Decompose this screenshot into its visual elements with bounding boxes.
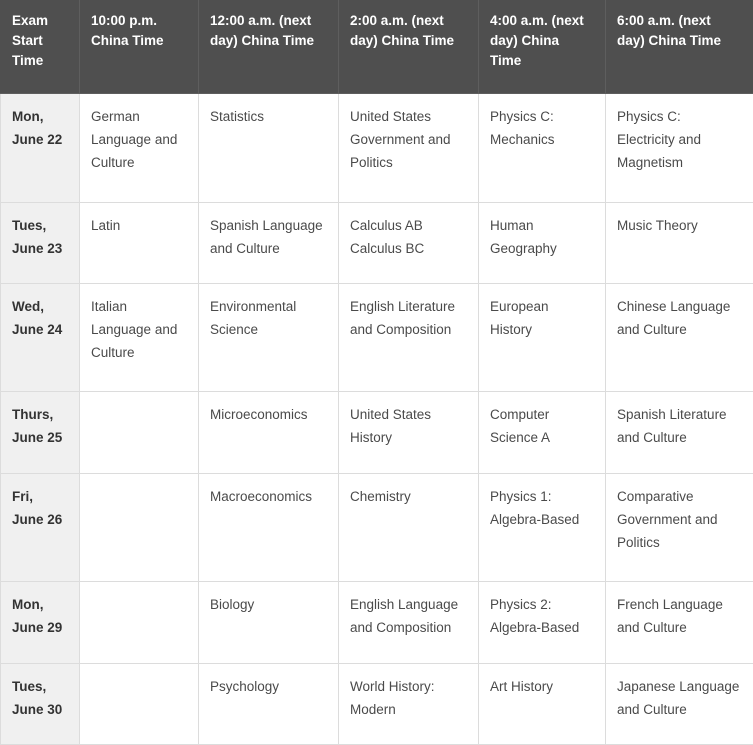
table-row: Tues, June 23 Latin Spanish Language and… bbox=[0, 201, 753, 284]
table-body: Mon, June 22 German Language and Culture… bbox=[0, 93, 753, 745]
exam-cell: Japanese Language and Culture bbox=[605, 662, 753, 745]
exam-date-label: Fri, June 26 bbox=[0, 472, 80, 583]
column-header-12am: 12:00 a.m. (next day) China Time bbox=[198, 0, 339, 94]
table-header: Exam Start Time 10:00 p.m. China Time 12… bbox=[0, 0, 753, 94]
column-header-10pm: 10:00 p.m. China Time bbox=[79, 0, 199, 94]
exam-cell: Art History bbox=[478, 662, 606, 745]
exam-cell: Microeconomics bbox=[198, 391, 339, 474]
exam-cell: Environmental Science bbox=[198, 282, 339, 393]
exam-date-label: Wed, June 24 bbox=[0, 282, 80, 393]
column-header-exam-start-time: Exam Start Time bbox=[0, 0, 80, 94]
exam-cell: Music Theory bbox=[605, 201, 753, 284]
exam-cell: United States History bbox=[338, 391, 479, 474]
exam-cell: Italian Language and Culture bbox=[79, 282, 199, 393]
table-row: Wed, June 24 Italian Language and Cultur… bbox=[0, 282, 753, 393]
exam-cell: Chemistry bbox=[338, 472, 479, 583]
exam-cell: Psychology bbox=[198, 662, 339, 745]
exam-cell: Physics 1: Algebra-Based bbox=[478, 472, 606, 583]
exam-date-label: Tues, June 30 bbox=[0, 662, 80, 745]
exam-date-label: Mon, June 29 bbox=[0, 581, 80, 664]
exam-cell: Spanish Literature and Culture bbox=[605, 391, 753, 474]
exam-cell: English Language and Composition bbox=[338, 581, 479, 664]
exam-cell-empty bbox=[79, 662, 199, 745]
exam-schedule-table: Exam Start Time 10:00 p.m. China Time 12… bbox=[0, 0, 753, 745]
table-row: Tues, June 30 Psychology World History: … bbox=[0, 662, 753, 745]
exam-cell: Chinese Language and Culture bbox=[605, 282, 753, 393]
column-header-2am: 2:00 a.m. (next day) China Time bbox=[338, 0, 479, 94]
column-header-4am: 4:00 a.m. (next day) China Time bbox=[478, 0, 606, 94]
exam-cell: Latin bbox=[79, 201, 199, 284]
exam-cell: Physics 2: Algebra-Based bbox=[478, 581, 606, 664]
exam-cell: Calculus AB Calculus BC bbox=[338, 201, 479, 284]
exam-cell: World History: Modern bbox=[338, 662, 479, 745]
exam-cell: Human Geography bbox=[478, 201, 606, 284]
exam-cell: European History bbox=[478, 282, 606, 393]
exam-cell: Statistics bbox=[198, 93, 339, 203]
exam-cell: Computer Science A bbox=[478, 391, 606, 474]
exam-cell: English Literature and Composition bbox=[338, 282, 479, 393]
header-row: Exam Start Time 10:00 p.m. China Time 12… bbox=[0, 0, 753, 94]
exam-date-label: Thurs, June 25 bbox=[0, 391, 80, 474]
exam-cell: French Language and Culture bbox=[605, 581, 753, 664]
table-row: Thurs, June 25 Microeconomics United Sta… bbox=[0, 391, 753, 474]
exam-cell: Physics C: Mechanics bbox=[478, 93, 606, 203]
exam-cell: Comparative Government and Politics bbox=[605, 472, 753, 583]
exam-cell: Macroeconomics bbox=[198, 472, 339, 583]
exam-cell-empty bbox=[79, 391, 199, 474]
exam-date-label: Tues, June 23 bbox=[0, 201, 80, 284]
exam-cell: United States Government and Politics bbox=[338, 93, 479, 203]
exam-cell: Biology bbox=[198, 581, 339, 664]
exam-date-label: Mon, June 22 bbox=[0, 93, 80, 203]
table-row: Mon, June 29 Biology English Language an… bbox=[0, 581, 753, 664]
exam-cell-empty bbox=[79, 472, 199, 583]
table-row: Mon, June 22 German Language and Culture… bbox=[0, 93, 753, 203]
table-row: Fri, June 26 Macroeconomics Chemistry Ph… bbox=[0, 472, 753, 583]
exam-cell: German Language and Culture bbox=[79, 93, 199, 203]
exam-cell: Spanish Language and Culture bbox=[198, 201, 339, 284]
column-header-6am: 6:00 a.m. (next day) China Time bbox=[605, 0, 753, 94]
exam-cell-empty bbox=[79, 581, 199, 664]
exam-cell: Physics C: Electricity and Magnetism bbox=[605, 93, 753, 203]
